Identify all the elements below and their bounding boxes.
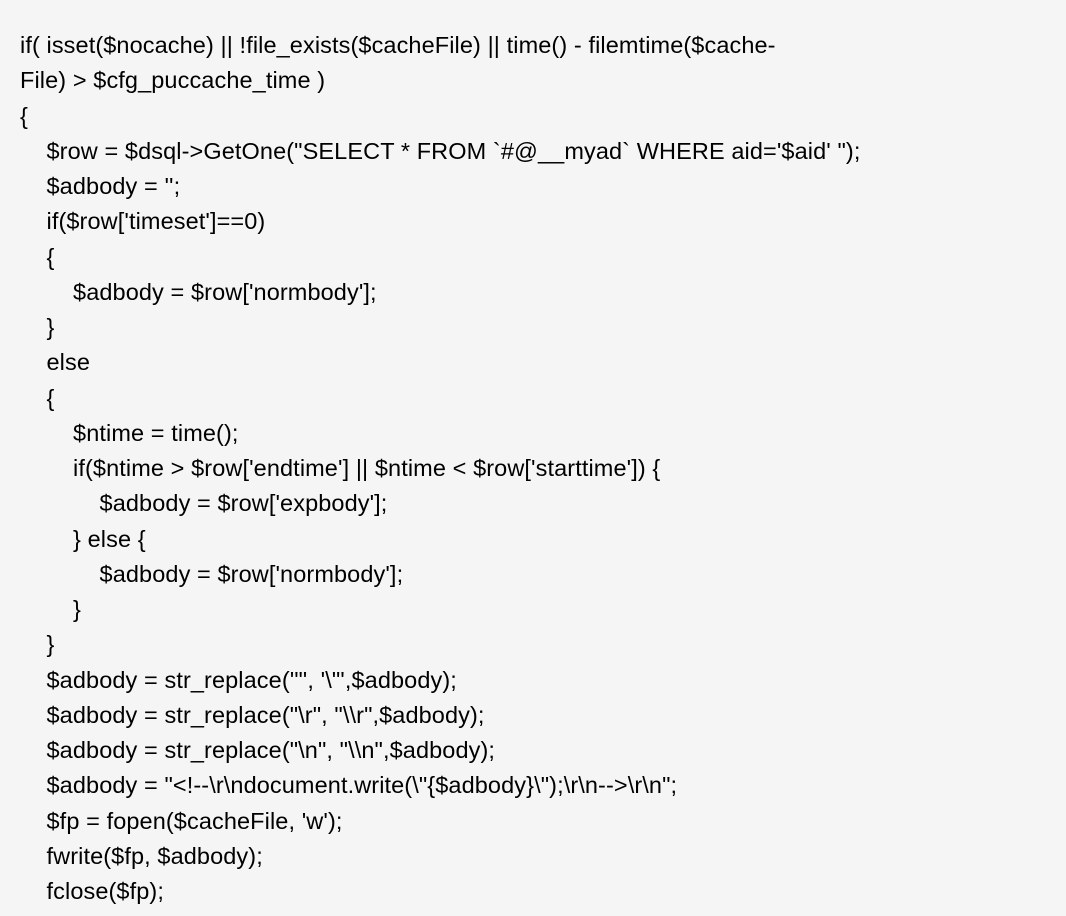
code-line: $fp = fopen($cacheFile, 'w');: [20, 804, 1046, 839]
code-block: if( isset($nocache) || !file_exists($cac…: [0, 0, 1066, 916]
code-line: $adbody = $row['expbody'];: [20, 486, 1046, 521]
code-line: $ntime = time();: [20, 416, 1046, 451]
code-line: else: [20, 345, 1046, 380]
code-line: $row = $dsql->GetOne("SELECT * FROM `#@_…: [20, 134, 1046, 169]
code-line: $adbody = $row['normbody'];: [20, 275, 1046, 310]
code-line: $adbody = '';: [20, 169, 1046, 204]
code-line: $adbody = str_replace("\n", "\\n",$adbod…: [20, 733, 1046, 768]
code-line: }: [20, 627, 1046, 662]
code-line: } else {: [20, 522, 1046, 557]
code-line: fclose($fp);: [20, 874, 1046, 909]
code-line: $adbody = str_replace('"', '\"',$adbody)…: [20, 663, 1046, 698]
code-line: }: [20, 592, 1046, 627]
code-line: {: [20, 240, 1046, 275]
code-line: fwrite($fp, $adbody);: [20, 839, 1046, 874]
code-line: if($row['timeset']==0): [20, 204, 1046, 239]
code-line: }: [20, 310, 1046, 345]
code-line: if($ntime > $row['endtime'] || $ntime < …: [20, 451, 1046, 486]
code-line: $adbody = $row['normbody'];: [20, 557, 1046, 592]
code-line: $adbody = "<!--\r\ndocument.write(\"{$ad…: [20, 768, 1046, 803]
code-line: $adbody = str_replace("\r", "\\r",$adbod…: [20, 698, 1046, 733]
code-line: if( isset($nocache) || !file_exists($cac…: [20, 28, 1046, 63]
code-line: File) > $cfg_puccache_time ): [20, 63, 1046, 98]
code-line: {: [20, 381, 1046, 416]
code-line: {: [20, 99, 1046, 134]
